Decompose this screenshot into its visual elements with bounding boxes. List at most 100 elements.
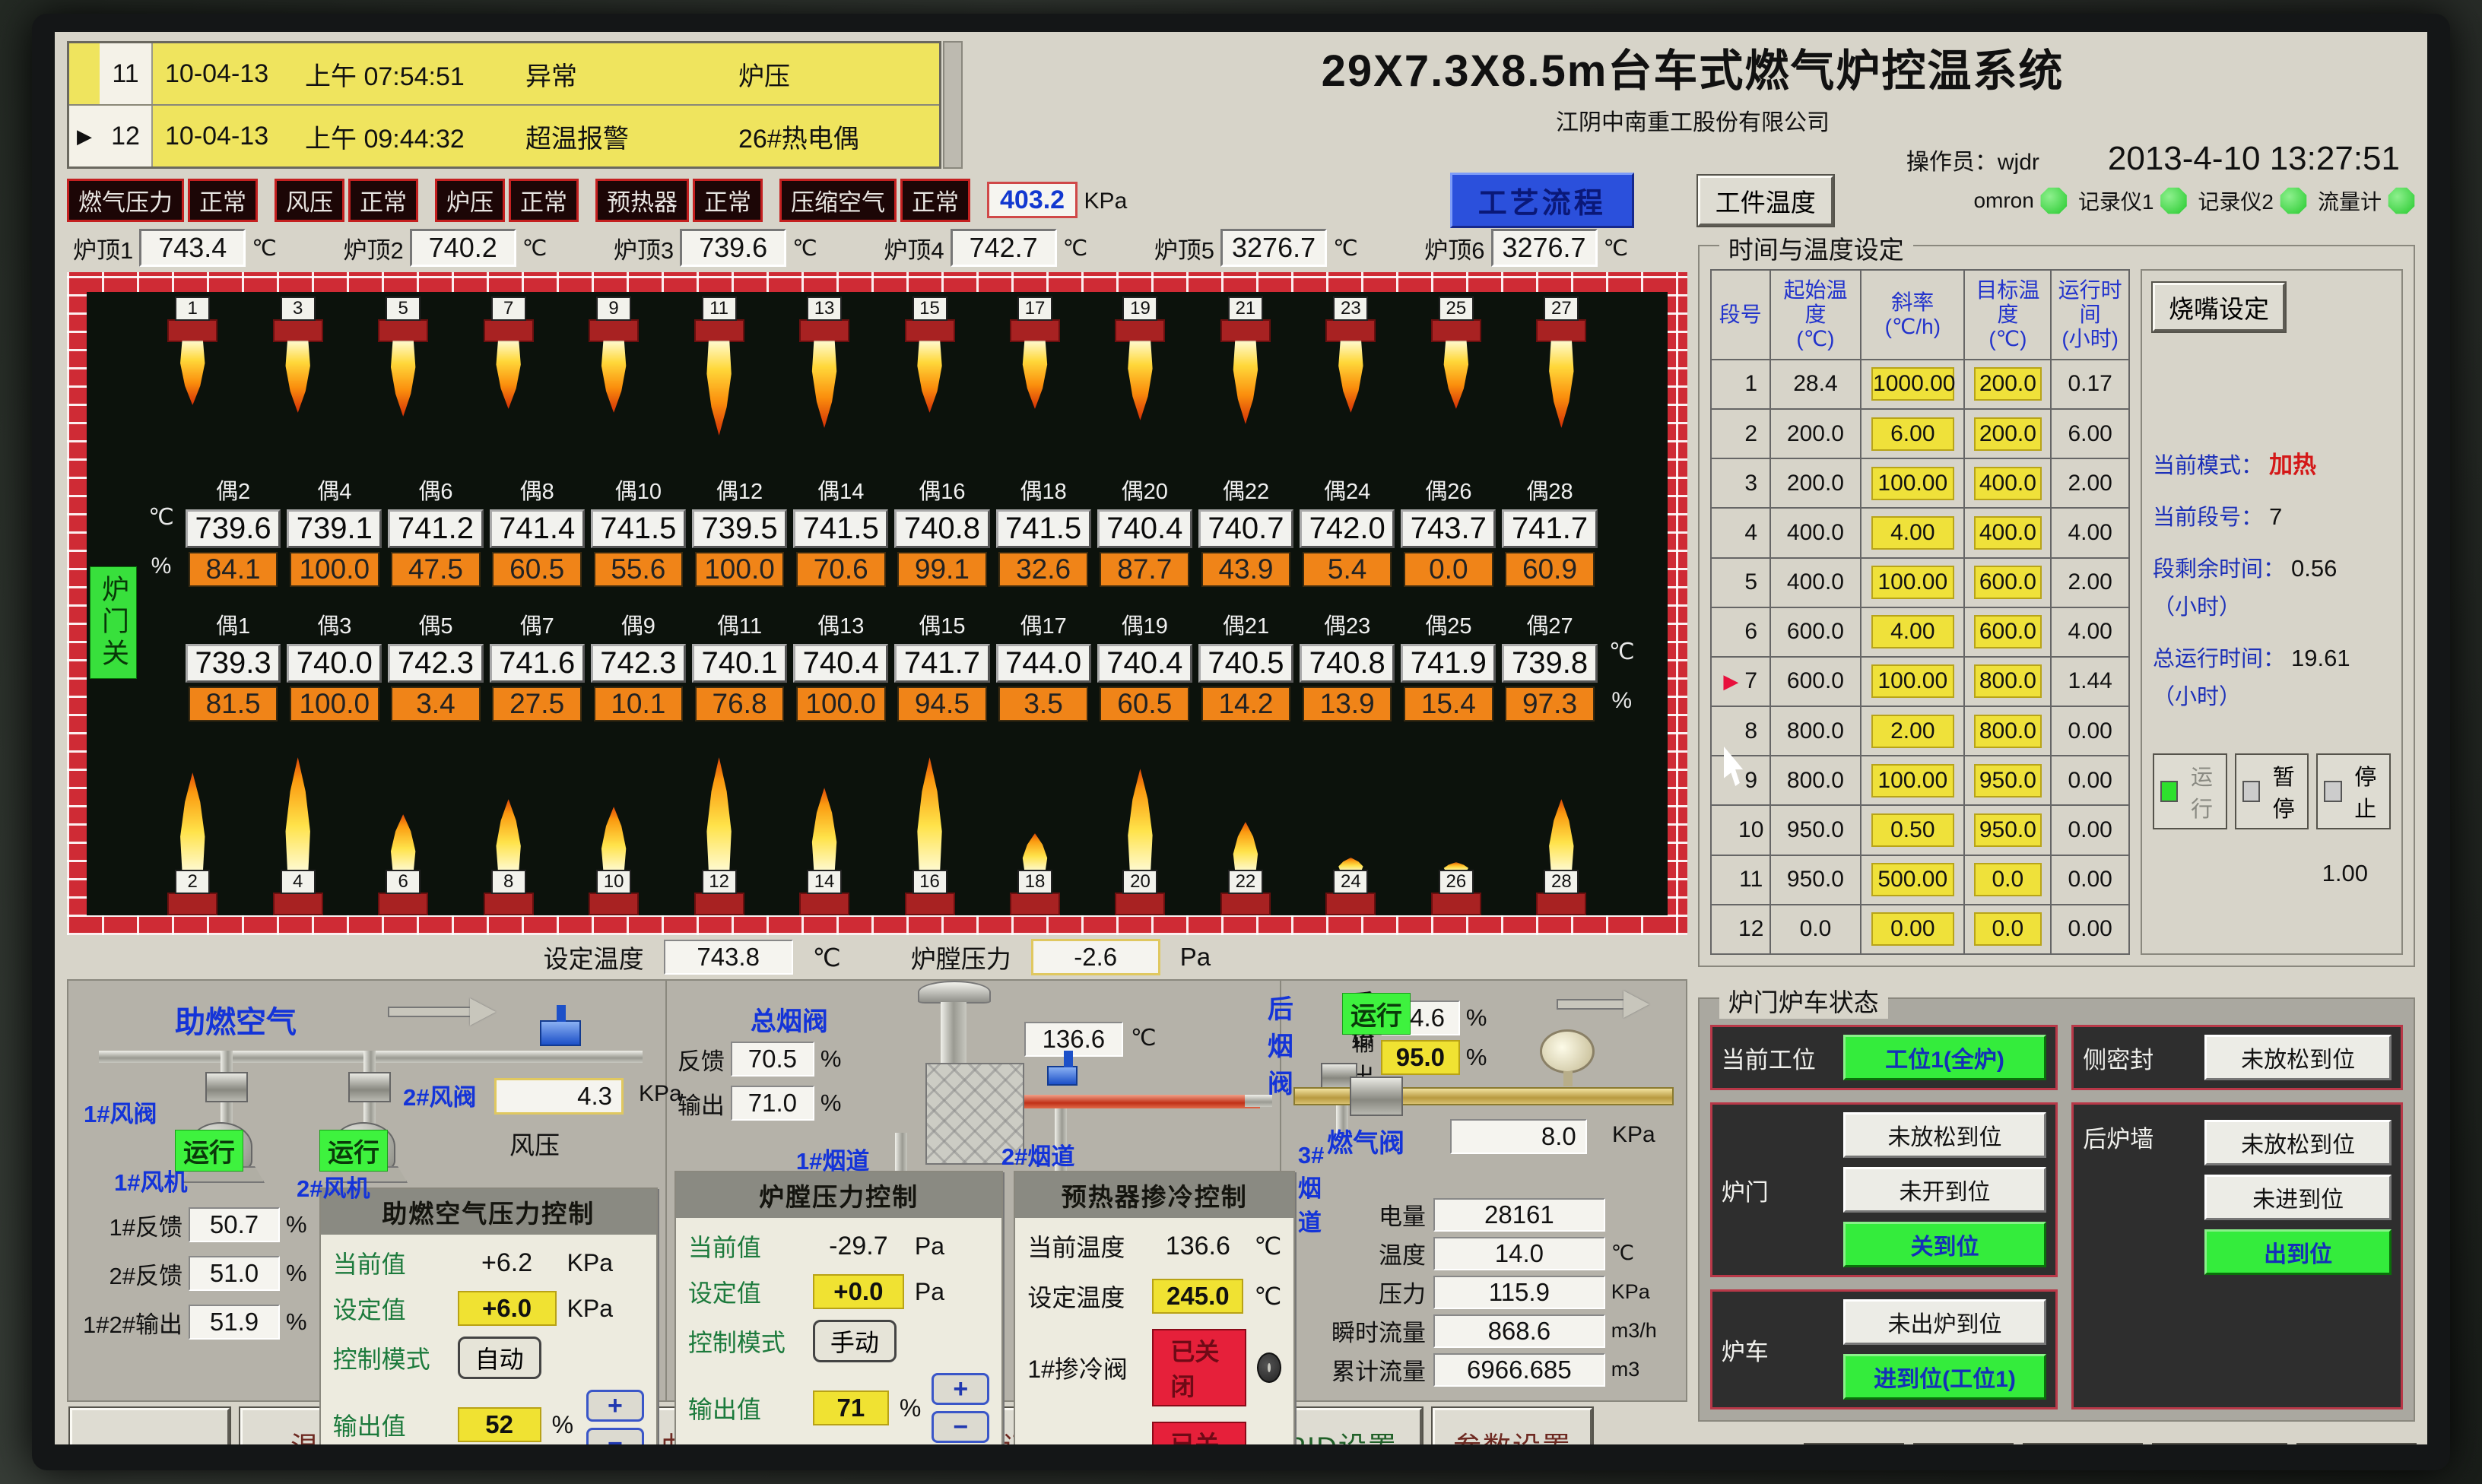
target-temp-field[interactable]: 400.0 xyxy=(1974,467,2042,500)
run-state-button[interactable]: 运行 xyxy=(2153,753,2227,829)
slope-field[interactable]: 4.00 xyxy=(1871,516,1954,550)
target-temp-field[interactable]: 950.0 xyxy=(1974,813,2042,847)
feedback-unit: % xyxy=(286,1308,307,1336)
tc-name: 偶6 xyxy=(418,474,452,506)
slope-field[interactable]: 100.00 xyxy=(1871,764,1954,797)
output-value-label: 输出值 xyxy=(688,1390,802,1425)
furnace-top-label: 炉顶3 xyxy=(614,231,674,265)
furnace-top-label: 炉顶6 xyxy=(1424,231,1484,265)
burner: 13 xyxy=(799,296,849,453)
decrease-button[interactable]: − xyxy=(586,1428,644,1444)
burner-block xyxy=(799,893,849,915)
slope-field[interactable]: 4.00 xyxy=(1871,615,1954,648)
run-state-button[interactable]: 暂停 xyxy=(2235,753,2309,829)
slope-cell: 0.00 xyxy=(1862,905,1963,953)
burner-settings-button[interactable]: 烧嘴设定 xyxy=(2153,283,2285,331)
tc-output-percent: 32.6 xyxy=(998,552,1088,587)
manual-valve-icon[interactable] xyxy=(1257,1352,1281,1383)
nav-button[interactable]: 参数设置 xyxy=(1433,1408,1592,1444)
slope-field[interactable]: 100.00 xyxy=(1871,664,1954,698)
target-temp-field[interactable]: 200.0 xyxy=(1974,367,2042,401)
air-control-title: 助燃空气压力控制 xyxy=(321,1189,656,1235)
device-indicator: 流量计 xyxy=(2318,186,2415,216)
tc-name: 偶24 xyxy=(1324,474,1370,506)
status-lamp-icon xyxy=(2280,187,2307,214)
line-pressure-field[interactable]: 403.2 xyxy=(987,182,1078,218)
flame-icon xyxy=(706,757,733,871)
burner-block xyxy=(1536,319,1586,342)
run-time-cell: 0.00 xyxy=(2052,905,2128,953)
preheater-control-box: 预热器掺冷控制 当前温度 136.6 ℃ 设定温度 245.0 xyxy=(1014,1171,1295,1444)
target-temp-field[interactable]: 400.0 xyxy=(1974,516,2042,550)
tc-temperature: 739.3 xyxy=(186,644,281,683)
slope-field[interactable]: 100.00 xyxy=(1871,467,1954,500)
increase-button[interactable]: + xyxy=(586,1390,644,1422)
tc-output-percent: 10.1 xyxy=(594,687,684,721)
slope-field[interactable]: 6.00 xyxy=(1871,417,1954,451)
alarm-scrollbar[interactable] xyxy=(943,41,963,169)
target-temp-field[interactable]: 0.0 xyxy=(1974,912,2042,946)
tc-name: 偶28 xyxy=(1526,474,1573,506)
run-state-button[interactable]: 停止 xyxy=(2316,753,2391,829)
output-value-field[interactable]: 52 xyxy=(458,1407,541,1442)
feedback-value: 50.7 xyxy=(189,1207,280,1242)
tc-output-percent: 13.9 xyxy=(1303,687,1392,721)
control-mode-button[interactable]: 自动 xyxy=(458,1337,541,1379)
set-temp-field[interactable]: 245.0 xyxy=(1152,1279,1243,1314)
segment-cell: ▶11 xyxy=(1712,856,1769,904)
target-temp-cell: 0.0 xyxy=(1965,856,2050,904)
status-indicators: 燃气压力 正常 风压 正常 炉压 正常 xyxy=(67,179,970,222)
set-value-field[interactable]: +6.0 xyxy=(458,1291,557,1326)
target-temp-field[interactable]: 800.0 xyxy=(1974,664,2042,698)
slope-field[interactable]: 1000.00 xyxy=(1871,367,1954,401)
checkbox-icon xyxy=(2242,781,2260,802)
burner-number: 18 xyxy=(1017,870,1052,894)
control-mode-button[interactable]: 手动 xyxy=(813,1320,897,1362)
gas-metric-unit: KPa xyxy=(1605,1280,1674,1304)
target-temp-field[interactable]: 600.0 xyxy=(1974,615,2042,648)
furnace-door-status: 炉门关 xyxy=(90,566,137,679)
alarm-row[interactable]: ▶ 12 10-04-13 上午 09:44:32 超温报警 26#热电偶 xyxy=(69,106,939,166)
alarm-selected-icon: ▶ xyxy=(69,106,100,166)
set-value-field[interactable]: +0.0 xyxy=(813,1274,904,1309)
burner-number: 14 xyxy=(807,870,842,894)
flame-icon xyxy=(284,341,312,413)
slope-field[interactable]: 2.00 xyxy=(1871,715,1954,748)
feedback-unit: % xyxy=(286,1211,307,1238)
tc-temperature: 740.5 xyxy=(1198,644,1293,683)
burner-block xyxy=(1431,893,1481,915)
tc-temperature: 741.2 xyxy=(388,509,483,548)
segment-cell: ▶8 xyxy=(1712,707,1769,755)
tc-output-percent: 47.5 xyxy=(391,552,481,587)
tc-name: 偶22 xyxy=(1223,474,1269,506)
alarm-row[interactable]: ▶ 11 10-04-13 上午 07:54:51 异常 炉压 xyxy=(69,43,939,106)
status-lamp-icon xyxy=(2388,187,2415,214)
cold-valve-2-state: 已关闭 xyxy=(1152,1422,1246,1444)
burner: 5 xyxy=(378,296,428,453)
workpiece-temp-button[interactable]: 工件温度 xyxy=(1698,176,1833,226)
title-block: 29X7.3X8.5m台车式燃气炉控温系统 江阴中南重工股份有限公司 操作员：w… xyxy=(963,41,2415,169)
output-value-field[interactable]: 71 xyxy=(813,1390,889,1425)
increase-button[interactable]: + xyxy=(932,1373,989,1405)
start-temp-cell: 800.0 xyxy=(1771,707,1860,755)
furnace-top-value: 739.6 xyxy=(680,229,786,267)
burner-block xyxy=(484,319,534,342)
target-temp-field[interactable]: 200.0 xyxy=(1974,417,2042,451)
target-temp-field[interactable]: 950.0 xyxy=(1974,764,2042,797)
gas-metric-label: 电量 xyxy=(1297,1197,1426,1232)
thermocouple: 偶27 739.8 97.3 xyxy=(1502,608,1597,721)
tc-name: 偶18 xyxy=(1020,474,1066,506)
target-temp-field[interactable]: 600.0 xyxy=(1974,566,2042,599)
burner: 26 xyxy=(1431,742,1481,915)
slope-field[interactable]: 0.50 xyxy=(1871,813,1954,847)
slope-field[interactable]: 0.00 xyxy=(1871,912,1954,946)
target-temp-field[interactable]: 0.0 xyxy=(1974,863,2042,896)
process-flow-button[interactable]: 工艺流程 xyxy=(1450,173,1634,228)
door-state: 未放松到位 xyxy=(1843,1112,2047,1158)
current-value: +6.2 xyxy=(458,1248,557,1278)
slope-field[interactable]: 500.00 xyxy=(1871,863,1954,896)
decrease-button[interactable]: − xyxy=(932,1411,989,1443)
target-temp-field[interactable]: 800.0 xyxy=(1974,715,2042,748)
furnace-top-temp: 炉顶4 742.7 ℃ xyxy=(884,229,1146,267)
slope-field[interactable]: 100.00 xyxy=(1871,566,1954,599)
